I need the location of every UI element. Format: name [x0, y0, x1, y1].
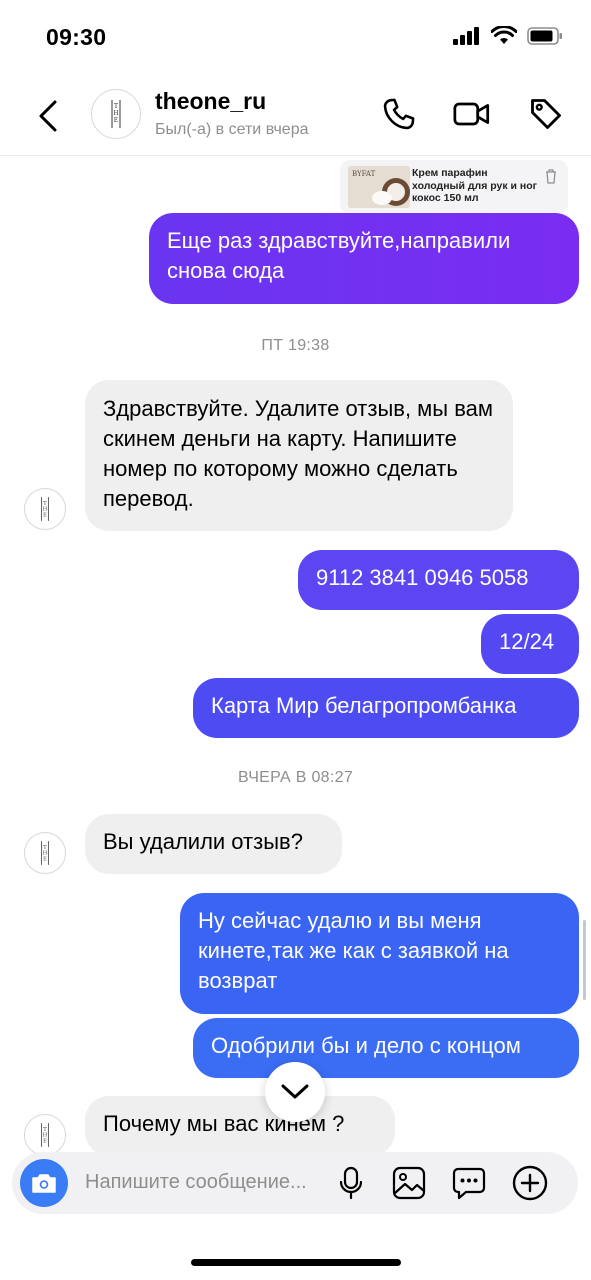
video-camera-icon: [453, 102, 490, 126]
message-text: Вы удалили отзыв?: [103, 829, 303, 854]
message-bubble-out[interactable]: 9112 3841 0946 5058: [298, 550, 579, 610]
status-time: 09:30: [46, 24, 107, 50]
message-bubble-in[interactable]: Здравствуйте. Удалите отзыв, мы вам скин…: [85, 380, 513, 531]
theone-logo-icon: T H E: [41, 1123, 49, 1147]
svg-text:H: H: [43, 507, 48, 513]
message-bubble-out[interactable]: Еще раз здравствуйте,направили снова сюд…: [149, 213, 579, 304]
svg-text:T: T: [43, 845, 47, 851]
sender-avatar[interactable]: T H E: [24, 1114, 66, 1156]
svg-text:E: E: [114, 117, 118, 124]
gallery-icon: [392, 1166, 426, 1200]
remove-product-button[interactable]: [544, 168, 558, 189]
svg-text:T: T: [43, 1127, 47, 1133]
svg-text:H: H: [43, 851, 48, 857]
timestamp: ВЧЕРА В 08:27: [237, 769, 354, 786]
phone-icon: [383, 98, 415, 130]
message-text: Ну сейчас удалю и вы меня кинете,так же …: [198, 908, 509, 993]
tag-icon: [531, 99, 561, 129]
timestamp: ПТ 19:38: [261, 337, 330, 354]
back-arrow-icon: [39, 100, 57, 132]
sticker-chat-icon: [452, 1167, 486, 1200]
theone-logo-icon: T H E: [41, 497, 49, 521]
product-thumbnail: BYFAT: [348, 166, 410, 208]
plus-icon: [512, 1165, 548, 1201]
svg-text:H: H: [43, 1133, 48, 1139]
message-bubble-out[interactable]: Карта Мир белагропромбанка: [193, 678, 579, 738]
svg-text:T: T: [43, 501, 47, 507]
sticker-button[interactable]: [451, 1165, 487, 1201]
sender-avatar[interactable]: T H E: [24, 832, 66, 874]
message-text: Одобрили бы и дело с концом: [211, 1033, 521, 1058]
audio-call-button[interactable]: [379, 94, 419, 134]
contact-avatar[interactable]: T H E: [91, 89, 141, 139]
contact-presence: Был(-а) в сети вчера: [155, 121, 309, 138]
svg-text:E: E: [43, 857, 47, 863]
message-text: 12/24: [499, 629, 555, 654]
message-text: Здравствуйте. Удалите отзыв, мы вам скин…: [103, 396, 494, 511]
svg-text:E: E: [43, 1139, 47, 1145]
scrollbar[interactable]: [583, 920, 586, 1000]
contact-username[interactable]: theone_ru: [155, 88, 266, 115]
message-bubble-out[interactable]: 12/24: [481, 614, 579, 674]
status-icons: [453, 25, 563, 50]
message-text: Карта Мир белагропромбанка: [211, 693, 517, 718]
message-bubble-out[interactable]: Ну сейчас удалю и вы меня кинете,так же …: [180, 893, 579, 1014]
battery-icon: [527, 26, 563, 50]
svg-text:H: H: [113, 110, 118, 117]
message-bubble-in[interactable]: Почему мы вас кинем ?: [85, 1096, 395, 1156]
camera-icon: [32, 1174, 56, 1193]
sender-avatar[interactable]: T H E: [24, 488, 66, 530]
status-bar: 09:30: [0, 0, 591, 76]
voice-message-button[interactable]: [333, 1165, 369, 1201]
chevron-down-icon: [281, 1084, 309, 1099]
signal-icon: [453, 26, 481, 50]
message-text: Еще раз здравствуйте,направили снова сюд…: [167, 228, 511, 283]
gallery-button[interactable]: [391, 1165, 427, 1201]
message-composer: Напишите сообщение...: [12, 1152, 578, 1214]
add-attachment-button[interactable]: [512, 1165, 548, 1201]
message-text: 9112 3841 0946 5058: [316, 565, 529, 590]
microphone-icon: [339, 1166, 363, 1200]
product-preview-card[interactable]: BYFAT Крем парафин холодный для рук и но…: [340, 160, 568, 214]
svg-text:BYFAT: BYFAT: [352, 170, 376, 178]
scroll-to-bottom-button[interactable]: [265, 1062, 325, 1122]
svg-text:E: E: [43, 513, 47, 519]
message-bubble-out[interactable]: Одобрили бы и дело с концом: [193, 1018, 579, 1078]
theone-logo-icon: T H E: [41, 841, 49, 865]
trash-icon: [546, 169, 556, 184]
chat-header: T H E theone_ru Был(-а) в сети вчера: [0, 76, 591, 156]
video-call-button[interactable]: [452, 94, 492, 134]
wifi-icon: [490, 25, 518, 50]
back-button[interactable]: [30, 94, 66, 138]
message-bubble-in[interactable]: Вы удалили отзыв?: [85, 814, 342, 874]
svg-text:T: T: [114, 103, 118, 110]
theone-logo-icon: T H E: [111, 100, 121, 128]
camera-button[interactable]: [20, 1159, 68, 1207]
product-title: Крем парафин холодный для рук и ног коко…: [412, 167, 538, 204]
product-tag-button[interactable]: [526, 94, 566, 134]
home-indicator[interactable]: [191, 1259, 401, 1266]
message-input[interactable]: Напишите сообщение...: [85, 1171, 307, 1194]
